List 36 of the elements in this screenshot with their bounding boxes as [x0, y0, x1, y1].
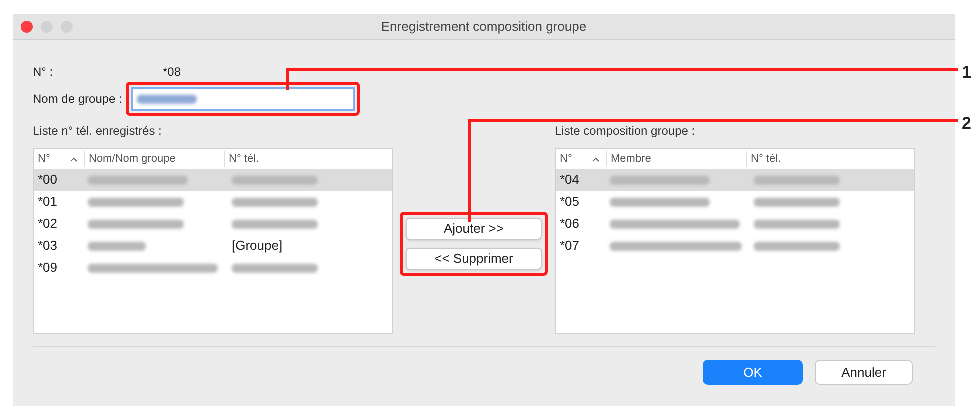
field-value: *08	[163, 64, 182, 81]
close-icon[interactable]	[21, 20, 33, 32]
input-field[interactable]	[131, 87, 356, 111]
list-row[interactable]: *04	[556, 169, 914, 191]
blurred-text	[137, 94, 198, 104]
blurred-text	[88, 242, 146, 250]
table-cell-text: *02	[37, 215, 59, 234]
field-label: N° :	[33, 64, 54, 81]
column-header[interactable]: Nom/Nom groupe	[84, 150, 224, 168]
transfer-button[interactable]: Ajouter >>	[406, 218, 542, 240]
chevron-up-icon	[70, 156, 78, 162]
list-title: Liste composition groupe :	[555, 123, 696, 140]
table-cell-text: *09	[37, 259, 59, 278]
table-cell-text: *06	[559, 215, 581, 234]
field-label: Nom de groupe :	[33, 91, 122, 108]
callout-number: 2	[962, 113, 972, 135]
column-header[interactable]: N°	[556, 150, 592, 168]
window-title: Enregistrement composition groupe	[380, 18, 588, 36]
column-header[interactable]: N°	[34, 150, 70, 168]
chevron-up-icon	[592, 156, 600, 162]
column-header[interactable]: Membre	[606, 150, 746, 168]
table-cell-text: *07	[559, 237, 581, 256]
transfer-button[interactable]: << Supprimer	[406, 248, 542, 270]
list-title: Liste n° tél. enregistrés :	[33, 123, 163, 140]
cancel-button[interactable]: Annuler	[815, 360, 913, 385]
table-cell-text: *01	[37, 193, 59, 212]
table-cell-text: [Groupe]	[232, 237, 283, 256]
callout-number: 1	[962, 62, 972, 84]
table-cell-text: *03	[37, 237, 59, 256]
column-header[interactable]: N° tél.	[746, 150, 914, 168]
table-cell-text: *00	[37, 171, 59, 190]
table-cell-text: *04	[559, 171, 581, 190]
table-cell-text: *05	[559, 193, 581, 212]
list-row[interactable]: *00	[34, 169, 392, 191]
ok-button[interactable]: OK	[703, 360, 803, 385]
column-header[interactable]: N° tél.	[224, 150, 392, 168]
